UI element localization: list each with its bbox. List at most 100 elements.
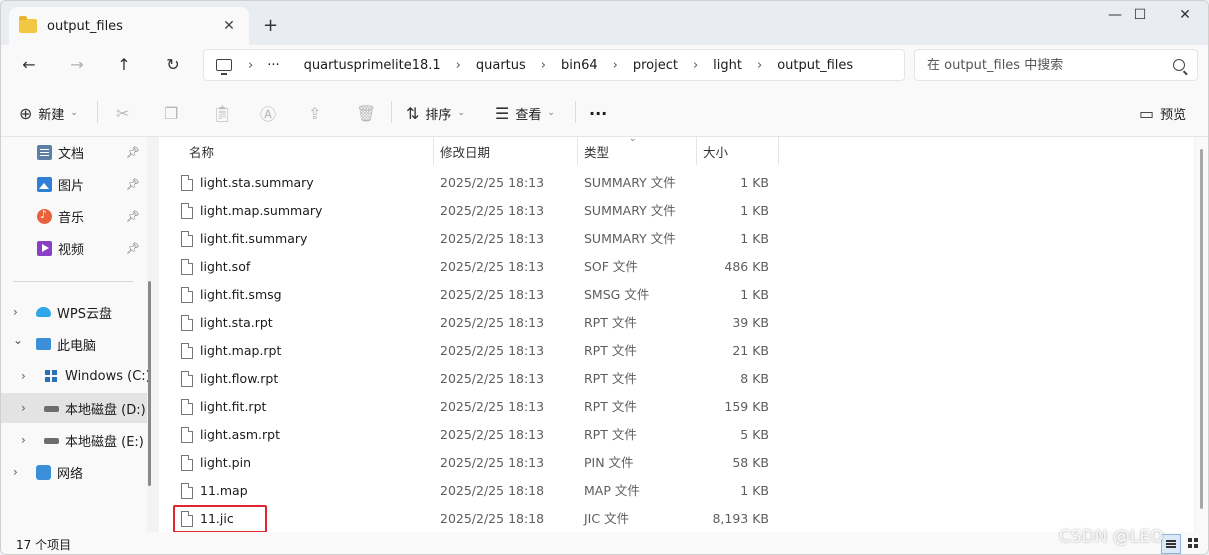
view-button-label: 查看 (515, 107, 542, 123)
paste-button[interactable]: 📋︎ (212, 101, 238, 125)
tab-output-files[interactable]: output_files ✕ (9, 7, 249, 45)
file-row[interactable]: light.sta.summary 2025/2/25 18:13 SUMMARY … (159, 169, 1194, 197)
forward-button[interactable]: → (65, 55, 89, 77)
share-button[interactable]: ⇪ (308, 101, 327, 125)
preview-button[interactable]: ▭ 预览 (1139, 101, 1186, 125)
file-type: SUMMARY 文件 (584, 231, 676, 246)
file-date: 2025/2/25 18:13 (440, 259, 545, 274)
file-type: PIN 文件 (584, 455, 634, 470)
sidebar-item-documents[interactable]: 文档 📌︎ (1, 137, 147, 167)
search-input[interactable] (927, 57, 1173, 73)
pin-icon[interactable]: 📌︎ (126, 146, 140, 159)
file-list-scrollbar[interactable] (1195, 137, 1208, 532)
sidebar-item-windows-c[interactable]: › Windows (C:) (1, 361, 151, 391)
sidebar-item-pictures[interactable]: 图片 📌︎ (1, 169, 147, 199)
address-bar[interactable]: › ··· quartusprimelite18.1 › quartus › b… (203, 49, 905, 81)
pin-icon[interactable]: 📌︎ (126, 210, 140, 223)
file-icon (181, 371, 193, 387)
file-row[interactable]: light.fit.smsg 2025/2/25 18:13 SMSG 文件 1 KB (159, 281, 1194, 309)
column-header-type[interactable]: 类型 (578, 137, 697, 165)
file-size: 159 KB (724, 399, 769, 414)
file-row[interactable]: light.fit.rpt 2025/2/25 18:13 RPT 文件 159 KB (159, 393, 1194, 421)
chevron-right-icon[interactable]: › (21, 433, 26, 447)
file-name: light.sta.summary (200, 175, 314, 190)
scrollbar-thumb[interactable] (1200, 149, 1203, 509)
chevron-down-icon[interactable]: ⌄ (13, 333, 23, 347)
sort-button[interactable]: ⇅ 排序 ⌄ (406, 101, 465, 125)
pin-icon[interactable]: 📌︎ (126, 242, 140, 255)
column-header-size[interactable]: 大小 (697, 137, 779, 165)
delete-button[interactable]: 🗑︎ (356, 101, 382, 125)
file-name: 11.map (200, 483, 248, 498)
local-disk-icon (44, 401, 59, 416)
chevron-right-icon[interactable]: › (13, 465, 18, 479)
back-button[interactable]: ← (17, 55, 41, 77)
file-size: 21 KB (732, 343, 769, 358)
file-row[interactable]: light.flow.rpt 2025/2/25 18:13 RPT 文件 8 KB (159, 365, 1194, 393)
more-options-button[interactable]: ··· (589, 101, 607, 125)
chevron-down-icon: ⌄ (547, 108, 555, 118)
sidebar-item-music[interactable]: 音乐 📌︎ (1, 201, 147, 231)
column-header-name[interactable]: 名称 (183, 137, 434, 165)
rename-button[interactable]: Ⓐ (260, 101, 282, 125)
breadcrumb-output-files[interactable]: output_files (777, 58, 853, 73)
file-row[interactable]: light.sta.rpt 2025/2/25 18:13 RPT 文件 39 KB (159, 309, 1194, 337)
file-row[interactable]: light.map.rpt 2025/2/25 18:13 RPT 文件 21 KB (159, 337, 1194, 365)
sidebar-item-network[interactable]: › 网络 (1, 457, 147, 487)
up-button[interactable]: ↑ (112, 55, 136, 77)
breadcrumb-more[interactable]: ··· (267, 58, 279, 73)
file-row[interactable]: light.sof 2025/2/25 18:13 SOF 文件 486 KB (159, 253, 1194, 281)
file-type: JIC 文件 (584, 511, 630, 526)
view-button[interactable]: ☰ 查看 ⌄ (495, 101, 555, 125)
maximize-button[interactable]: ☐ (1120, 7, 1160, 23)
address-row: ← → ↑ ↻ › ··· quartusprimelite18.1 › qua… (1, 45, 1208, 87)
cut-button[interactable]: ✂ (116, 101, 135, 125)
sidebar-item-local-disk-d[interactable]: › 本地磁盘 (D:) (1, 393, 147, 423)
tiles-view-button[interactable] (1184, 534, 1204, 554)
pin-icon[interactable]: 📌︎ (126, 178, 140, 191)
file-row[interactable]: light.asm.rpt 2025/2/25 18:13 RPT 文件 5 KB (159, 421, 1194, 449)
refresh-button[interactable]: ↻ (161, 55, 185, 77)
chevron-right-icon[interactable]: › (21, 369, 26, 383)
search-icon[interactable] (1173, 59, 1185, 71)
folder-icon (19, 16, 37, 33)
file-name: light.map.summary (200, 203, 323, 218)
close-window-button[interactable]: ✕ (1165, 7, 1205, 23)
windows-drive-icon (44, 369, 59, 384)
breadcrumb-bin64[interactable]: bin64 (561, 58, 598, 73)
file-row[interactable]: light.pin 2025/2/25 18:13 PIN 文件 58 KB (159, 449, 1194, 477)
file-date: 2025/2/25 18:13 (440, 455, 545, 470)
sidebar-item-local-disk-e[interactable]: › 本地磁盘 (E:) (1, 425, 147, 455)
sidebar-scrollbar[interactable] (148, 281, 151, 486)
file-date: 2025/2/25 18:13 (440, 203, 545, 218)
breadcrumb-light[interactable]: light (713, 58, 742, 73)
sidebar-item-label: 此电脑 (57, 338, 97, 354)
sidebar-item-label: 视频 (58, 242, 85, 258)
sidebar-item-wps-cloud[interactable]: › WPS云盘 (1, 297, 147, 327)
new-tab-button[interactable]: + (263, 15, 278, 36)
file-row[interactable]: light.map.summary 2025/2/25 18:13 SUMMARY … (159, 197, 1194, 225)
tab-title: output_files (47, 18, 123, 34)
chevron-right-icon[interactable]: › (13, 305, 18, 319)
file-type: SOF 文件 (584, 259, 638, 274)
scissors-icon: ✂ (116, 103, 130, 123)
chevron-right-icon[interactable]: › (21, 401, 26, 415)
file-row[interactable]: light.fit.summary 2025/2/25 18:13 SUMMARY … (159, 225, 1194, 253)
breadcrumb-quartusprimelite[interactable]: quartusprimelite18.1 (304, 58, 441, 73)
watermark: CSDN @LEO (1059, 527, 1164, 547)
sidebar-item-this-pc[interactable]: ⌄ 此电脑 (1, 329, 147, 359)
sidebar-item-videos[interactable]: 视频 📌︎ (1, 233, 147, 263)
file-type: MAP 文件 (584, 483, 640, 498)
breadcrumb-project[interactable]: project (633, 58, 678, 73)
pictures-icon (37, 176, 52, 192)
breadcrumb-quartus[interactable]: quartus (476, 58, 526, 73)
file-row[interactable]: 11.map 2025/2/25 18:18 MAP 文件 1 KB (159, 477, 1194, 505)
details-view-button[interactable] (1161, 534, 1181, 554)
copy-button[interactable]: ❐ (164, 101, 184, 125)
sidebar-item-label: 文档 (58, 146, 85, 162)
search-box[interactable] (914, 49, 1198, 81)
column-header-date[interactable]: 修改日期 (434, 137, 578, 165)
file-row[interactable]: 11.jic 2025/2/25 18:18 JIC 文件 8,193 KB (159, 505, 1194, 533)
tab-close-icon[interactable]: ✕ (219, 18, 239, 34)
new-button[interactable]: ⊕ 新建 ⌄ (19, 101, 78, 125)
